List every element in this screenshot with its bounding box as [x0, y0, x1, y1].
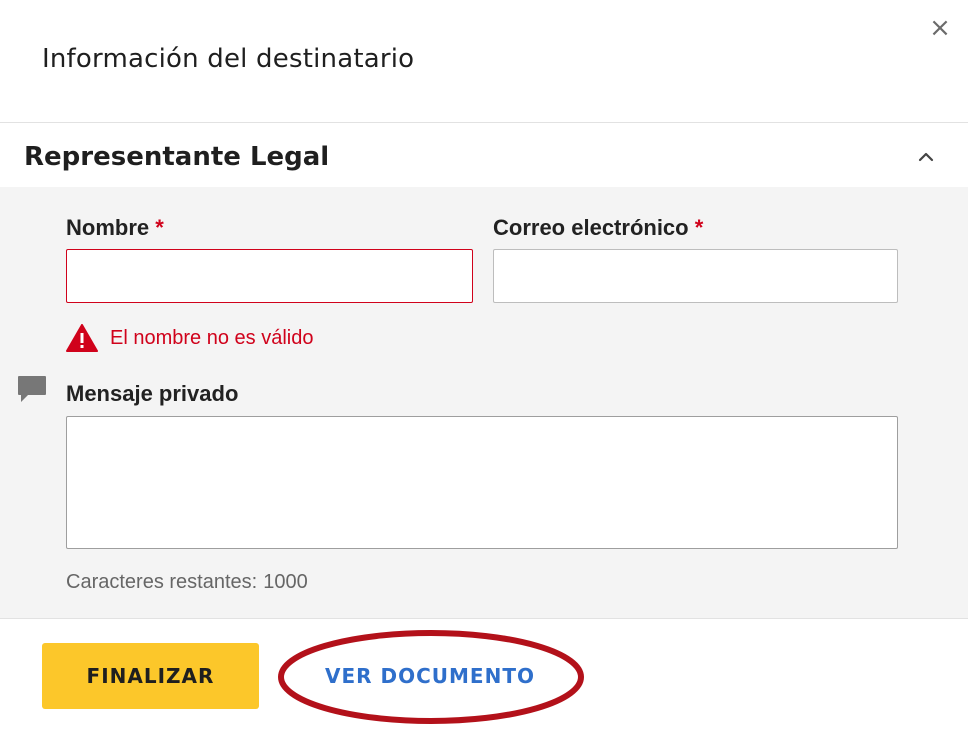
finish-button[interactable]: FINALIZAR [42, 643, 259, 709]
name-error: El nombre no es válido [66, 323, 313, 353]
private-message-label: Mensaje privado [66, 381, 239, 406]
name-error-text: El nombre no es válido [110, 326, 314, 349]
characters-remaining: Caracteres restantes: 1000 [66, 571, 308, 594]
private-message-textarea[interactable] [66, 416, 898, 549]
comment-icon [18, 376, 46, 402]
close-icon: × [929, 13, 951, 43]
view-document-button[interactable]: VER DOCUMENTO [296, 643, 564, 709]
email-field-label: Correo electrónico * [493, 215, 703, 241]
modal-title: Información del destinatario [42, 44, 415, 74]
name-field-label: Nombre * [66, 215, 164, 241]
email-required-marker: * [694, 215, 704, 240]
footer-divider [0, 618, 968, 619]
name-input[interactable] [66, 249, 473, 303]
characters-remaining-label: Caracteres restantes: [66, 571, 258, 593]
close-button[interactable]: × [924, 12, 956, 44]
warning-triangle-icon [66, 324, 98, 352]
email-input[interactable] [493, 249, 898, 303]
chevron-up-icon[interactable] [914, 145, 938, 169]
characters-remaining-count: 1000 [263, 571, 308, 593]
section-title: Representante Legal [24, 142, 330, 172]
email-label-text: Correo electrónico [493, 215, 689, 240]
name-required-marker: * [155, 215, 164, 240]
section-header-representante-legal[interactable]: Representante Legal [0, 123, 968, 187]
name-label-text: Nombre [66, 215, 150, 240]
